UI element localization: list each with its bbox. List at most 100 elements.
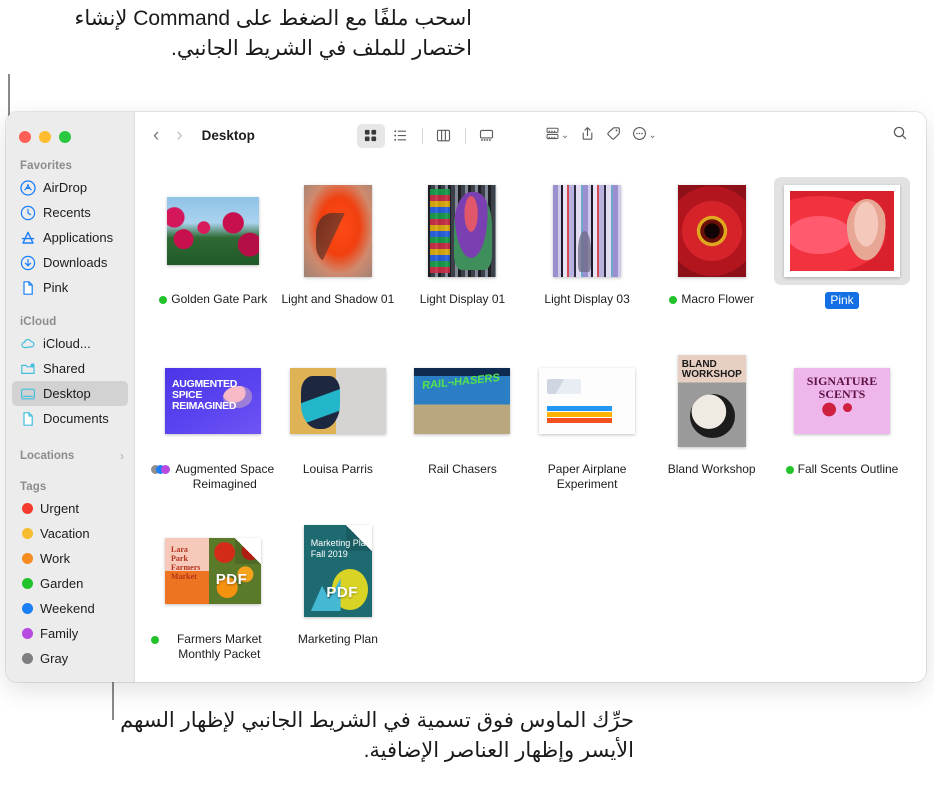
search-icon [892,126,908,145]
file-item[interactable]: Bland Workshop [649,347,774,517]
sidebar-item-desktop[interactable]: Desktop [12,381,128,406]
file-item[interactable]: Light and Shadow 01 [276,177,401,347]
group-by-button[interactable]: ⌄ [545,126,569,146]
back-button[interactable]: ‹ [153,126,159,145]
file-thumbnail-container[interactable] [529,347,645,455]
file-item[interactable]: Augmented Space Reimagined [151,347,276,517]
toolbar-actions: ⌄ ⌄ [545,126,657,146]
sidebar-item-applications[interactable]: Applications [12,225,128,250]
file-item[interactable]: Light Display 03 [525,177,650,347]
sidebar-item-label: AirDrop [43,180,88,195]
sidebar-tag-urgent[interactable]: Urgent [12,496,128,521]
close-button[interactable] [19,131,31,143]
file-item[interactable]: Lara Park Farmers Market PDF Farmers Marke… [151,517,276,682]
more-actions-icon [632,126,647,146]
sidebar-item-label: Urgent [40,501,80,516]
sidebar-item-icloud[interactable]: iCloud... [12,331,128,356]
gallery-view-icon[interactable] [473,124,501,148]
thumbnail-artwork [167,197,260,265]
file-thumbnail-container[interactable] [280,347,396,455]
sidebar-item-label: Garden [40,576,84,591]
file-thumbnail-container[interactable] [418,177,506,285]
file-item[interactable]: Fall Scents Outline [774,347,910,517]
more-actions-button[interactable]: ⌄ [632,126,657,146]
file-name-label[interactable]: Paper Airplane Experiment [525,462,650,492]
file-thumbnail [793,368,890,434]
file-thumbnail-container[interactable] [668,177,756,285]
file-name-label[interactable]: Golden Gate Park [171,292,267,307]
file-name-label[interactable]: Augmented Space Reimagined [174,462,276,492]
file-thumbnail-container[interactable]: Marketing Plan Fall 2019 PDF [294,517,382,625]
column-view-icon[interactable] [430,124,458,148]
file-name-label[interactable]: Farmers Market Monthly Packet [163,632,276,662]
sidebar-item-label: Weekend [40,601,95,616]
thumbnail-artwork [165,368,262,434]
sidebar-tag-work[interactable]: Work [12,546,128,571]
sidebar-locations-header[interactable]: Locations › [6,447,134,465]
sidebar-group-title-icloud: iCloud [20,316,57,328]
file-item[interactable]: Golden Gate Park [151,177,276,347]
file-name-label[interactable]: Macro Flower [681,292,754,307]
file-item[interactable]: Light Display 01 [400,177,525,347]
file-thumbnail-container[interactable] [155,347,271,455]
sidebar-group-title-locations: Locations [20,450,75,462]
file-thumbnail [303,185,372,277]
share-icon[interactable] [580,126,595,146]
sidebar-item-pink[interactable]: Pink [12,275,128,300]
file-label-row: Light Display 01 [420,292,505,307]
thumbnail-artwork [289,368,386,434]
file-item[interactable]: Macro Flower [649,177,774,347]
sidebar-item-airdrop[interactable]: AirDrop [12,175,128,200]
sidebar-item-documents[interactable]: Documents [12,406,128,431]
file-thumbnail-container[interactable]: Lara Park Farmers Market PDF [155,517,271,625]
file-thumbnail-container[interactable] [157,177,269,285]
file-item[interactable]: Paper Airplane Experiment [525,347,650,517]
sidebar-item-downloads[interactable]: Downloads [12,250,128,275]
documents-icon [20,411,36,427]
file-name-label[interactable]: Bland Workshop [668,462,756,477]
sidebar-tag-garden[interactable]: Garden [12,571,128,596]
file-thumbnail-container[interactable] [668,347,756,455]
file-thumbnail-container[interactable] [294,177,382,285]
file-thumbnail-container[interactable] [543,177,631,285]
sidebar-tag-weekend[interactable]: Weekend [12,596,128,621]
file-thumbnail-container[interactable] [404,347,520,455]
file-name-label[interactable]: Marketing Plan [298,632,378,647]
tag-icon[interactable] [606,126,621,146]
file-name-label[interactable]: Light and Shadow 01 [282,292,395,307]
shared-folder-icon [20,361,36,377]
zoom-button[interactable] [59,131,71,143]
sidebar-tag-vacation[interactable]: Vacation [12,521,128,546]
thumbnail-artwork [553,185,622,277]
chevron-down-icon[interactable]: ⌄ [648,130,656,141]
chevron-down-icon[interactable]: ⌄ [561,130,569,141]
search-button[interactable] [892,125,912,146]
icon-view-icon[interactable] [356,123,385,148]
list-view-icon[interactable] [387,124,415,148]
file-thumbnail-container[interactable] [773,177,910,285]
file-name-label[interactable]: Light Display 03 [544,292,629,307]
sidebar-item-shared[interactable]: Shared [12,356,128,381]
file-name-label[interactable]: Louisa Parris [303,462,373,477]
file-tag-dots [151,465,170,474]
sidebar-item-recents[interactable]: Recents [12,200,128,225]
file-item[interactable]: Marketing Plan Fall 2019 PDF Marketing Pla… [276,517,401,682]
file-name-label[interactable]: Light Display 01 [420,292,505,307]
annotation-top: اسحب ملفًا مع الضغط على Command لإنشاء ا… [74,7,472,60]
sidebar-item-label: Recents [43,205,91,220]
chevron-right-icon[interactable]: › [120,450,124,462]
file-label-row: Rail Chasers [428,462,497,477]
file-item[interactable]: Rail Chasers [400,347,525,517]
file-item[interactable]: Louisa Parris [276,347,401,517]
sidebar-tag-gray[interactable]: Gray [12,646,128,671]
file-name-label[interactable]: Pink [825,292,859,310]
file-item[interactable]: Pink [773,177,910,347]
file-name-label[interactable]: Rail Chasers [428,462,497,477]
minimize-button[interactable] [39,131,51,143]
file-name-label[interactable]: Fall Scents Outline [798,462,899,477]
sidebar-tag-family[interactable]: Family [12,621,128,646]
file-label-row: Macro Flower [669,292,754,307]
main-pane: ‹ › Desktop ⌄ ⌄ Golden Gate Park Light a… [135,112,926,682]
file-thumbnail-container[interactable] [784,347,900,455]
forward-button[interactable]: › [176,126,182,145]
